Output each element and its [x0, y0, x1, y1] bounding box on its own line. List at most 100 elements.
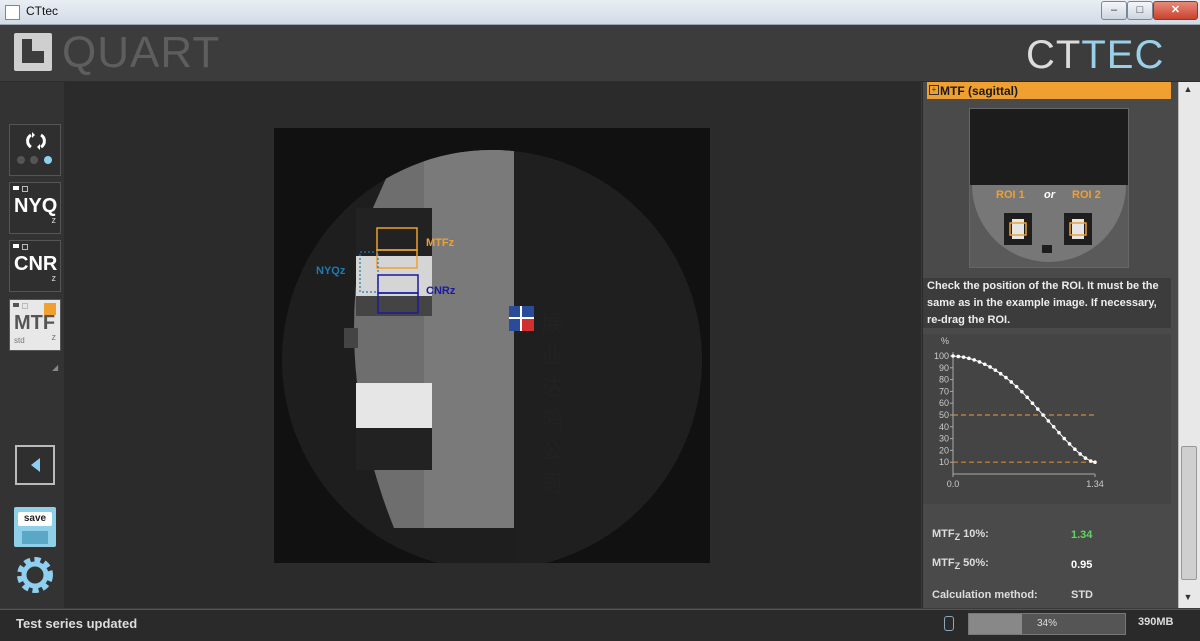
- scrollbar-thumb[interactable]: [1181, 446, 1197, 580]
- mtf-data-point: [1051, 425, 1056, 429]
- cycle-button[interactable]: [9, 124, 61, 176]
- result-value-mtf50: 0.95: [1071, 559, 1093, 571]
- back-arrow-icon: [31, 458, 40, 472]
- mtf-data-point: [1020, 389, 1024, 394]
- expand-arrow-icon[interactable]: ◢: [52, 363, 58, 372]
- tool-mtf-label: MTF: [14, 312, 56, 334]
- section-title: MTF (sagittal): [940, 84, 1018, 98]
- mtf-data-point: [1083, 456, 1088, 460]
- save-label: save: [18, 512, 52, 526]
- tool-cnr[interactable]: CNR z: [9, 240, 61, 292]
- x-tick-label: 1.34: [1086, 479, 1104, 489]
- step-dot: [17, 156, 25, 164]
- window-title: CTtec: [26, 4, 59, 18]
- back-button[interactable]: [15, 445, 55, 485]
- roi-label-nyq: NYQz: [316, 265, 346, 277]
- gear-icon[interactable]: [14, 554, 56, 596]
- maximize-icon[interactable]: □: [1127, 1, 1153, 20]
- app-header: QUART CTTEC: [0, 25, 1200, 82]
- mtf-data-point: [1057, 430, 1061, 435]
- mtf-data-point: [982, 362, 987, 367]
- section-header[interactable]: + MTF (sagittal): [927, 82, 1171, 99]
- roi-instruction-text: Check the position of the ROI. It must b…: [923, 278, 1171, 328]
- tool-mtf-mode: std: [14, 336, 25, 345]
- result-value-method: STD: [1071, 589, 1093, 601]
- mtf-data-point: [1078, 452, 1082, 456]
- y-tick-label: 100: [934, 351, 949, 361]
- roi-label-cnr: CNRz: [426, 285, 456, 297]
- mtf-chart: % 10 20 30 40 50 60 70 80 90 100 0.0 1.34: [923, 334, 1171, 504]
- tool-mtf[interactable]: MTF z std: [9, 299, 61, 351]
- mtf-data-point: [998, 371, 1003, 376]
- right-panel: + MTF (sagittal) ROI 1 or ROI 2 Check th…: [922, 82, 1179, 608]
- watermark-logo: [509, 306, 534, 331]
- mtf-data-point: [1030, 401, 1035, 405]
- scroll-down-icon[interactable]: ▼: [1182, 592, 1194, 604]
- quart-logo-icon: [14, 33, 52, 71]
- y-tick-label: 60: [939, 398, 949, 408]
- tool-cnr-sub: z: [51, 273, 57, 283]
- y-tick-label: 20: [939, 445, 949, 455]
- mtf-data-point: [1088, 459, 1093, 463]
- vendor-logo: CTTEC: [1026, 33, 1165, 77]
- mtf-data-point: [1014, 384, 1019, 389]
- y-tick-label: 50: [939, 410, 949, 420]
- example-roi2-label: ROI 2: [1072, 189, 1101, 201]
- mtf-data-point: [1035, 407, 1040, 411]
- mtf-data-point: [1025, 395, 1029, 400]
- tool-nyq-sub: z: [51, 215, 57, 225]
- x-tick-label: 0.0: [947, 479, 960, 489]
- mtf-data-point: [1067, 442, 1072, 446]
- example-or-label: or: [1044, 189, 1055, 201]
- mtf-data-point: [1093, 460, 1097, 464]
- y-tick-label: 70: [939, 386, 949, 396]
- ct-scan-graphic: [282, 150, 702, 563]
- y-tick-label: 40: [939, 422, 949, 432]
- step-dot-active: [44, 156, 52, 164]
- mtf-data-point: [1009, 380, 1014, 384]
- scroll-up-icon[interactable]: ▲: [1182, 84, 1194, 96]
- mtf-data-point: [1004, 375, 1008, 380]
- mtf-data-point: [993, 368, 998, 372]
- ct-image[interactable]: MTFz NYQz CNRz: [274, 128, 710, 563]
- mtf-data-point: [1046, 419, 1051, 423]
- database-icon: [944, 616, 954, 631]
- cycle-icon: [26, 132, 46, 150]
- y-tick-label: 90: [939, 363, 949, 373]
- brand-name: QUART: [62, 28, 221, 77]
- result-label-mtf10: MTFZ 10%:: [932, 528, 989, 543]
- mtf-data-point: [967, 356, 971, 361]
- step-dot: [30, 156, 38, 164]
- status-message: Test series updated: [16, 616, 138, 631]
- close-icon[interactable]: ✕: [1153, 1, 1198, 20]
- left-toolbar: NYQ z CNR z MTF z std ◢ save: [0, 82, 65, 608]
- minimize-icon[interactable]: –: [1101, 1, 1127, 20]
- example-roi1-label: ROI 1: [996, 189, 1025, 201]
- roi-label-mtf: MTFz: [426, 237, 455, 249]
- status-bar: Test series updated 34% 390MB: [0, 609, 1200, 641]
- mtf-series-line: [952, 355, 1096, 463]
- progress-bar: 34%: [968, 613, 1126, 635]
- app-icon: [5, 5, 20, 20]
- save-button[interactable]: save: [14, 507, 56, 547]
- memory-usage: 390MB: [1138, 616, 1174, 628]
- tool-nyq[interactable]: NYQ z: [9, 182, 61, 234]
- y-tick-label: 10: [939, 457, 949, 467]
- mtf-data-point: [956, 354, 961, 359]
- result-label-method: Calculation method:: [932, 589, 1038, 601]
- tool-mtf-sub: z: [51, 332, 57, 342]
- result-label-mtf50: MTFZ 50%:: [932, 557, 989, 572]
- mtf-data-point: [1041, 413, 1045, 417]
- mtf-data-point: [1062, 436, 1067, 441]
- watermark-text: 展业达鸿公司: [541, 311, 564, 496]
- y-axis-label: %: [941, 336, 949, 346]
- mtf-data-point: [951, 354, 955, 358]
- mtf-data-point: [961, 355, 966, 359]
- expand-icon[interactable]: +: [929, 85, 939, 95]
- mtf-data-point: [1073, 447, 1077, 452]
- progress-text: 34%: [1036, 618, 1057, 629]
- mtf-data-point: [977, 360, 982, 364]
- y-tick-label: 80: [939, 375, 949, 385]
- result-value-mtf10: 1.34: [1071, 529, 1093, 541]
- example-image: ROI 1 or ROI 2: [969, 108, 1129, 268]
